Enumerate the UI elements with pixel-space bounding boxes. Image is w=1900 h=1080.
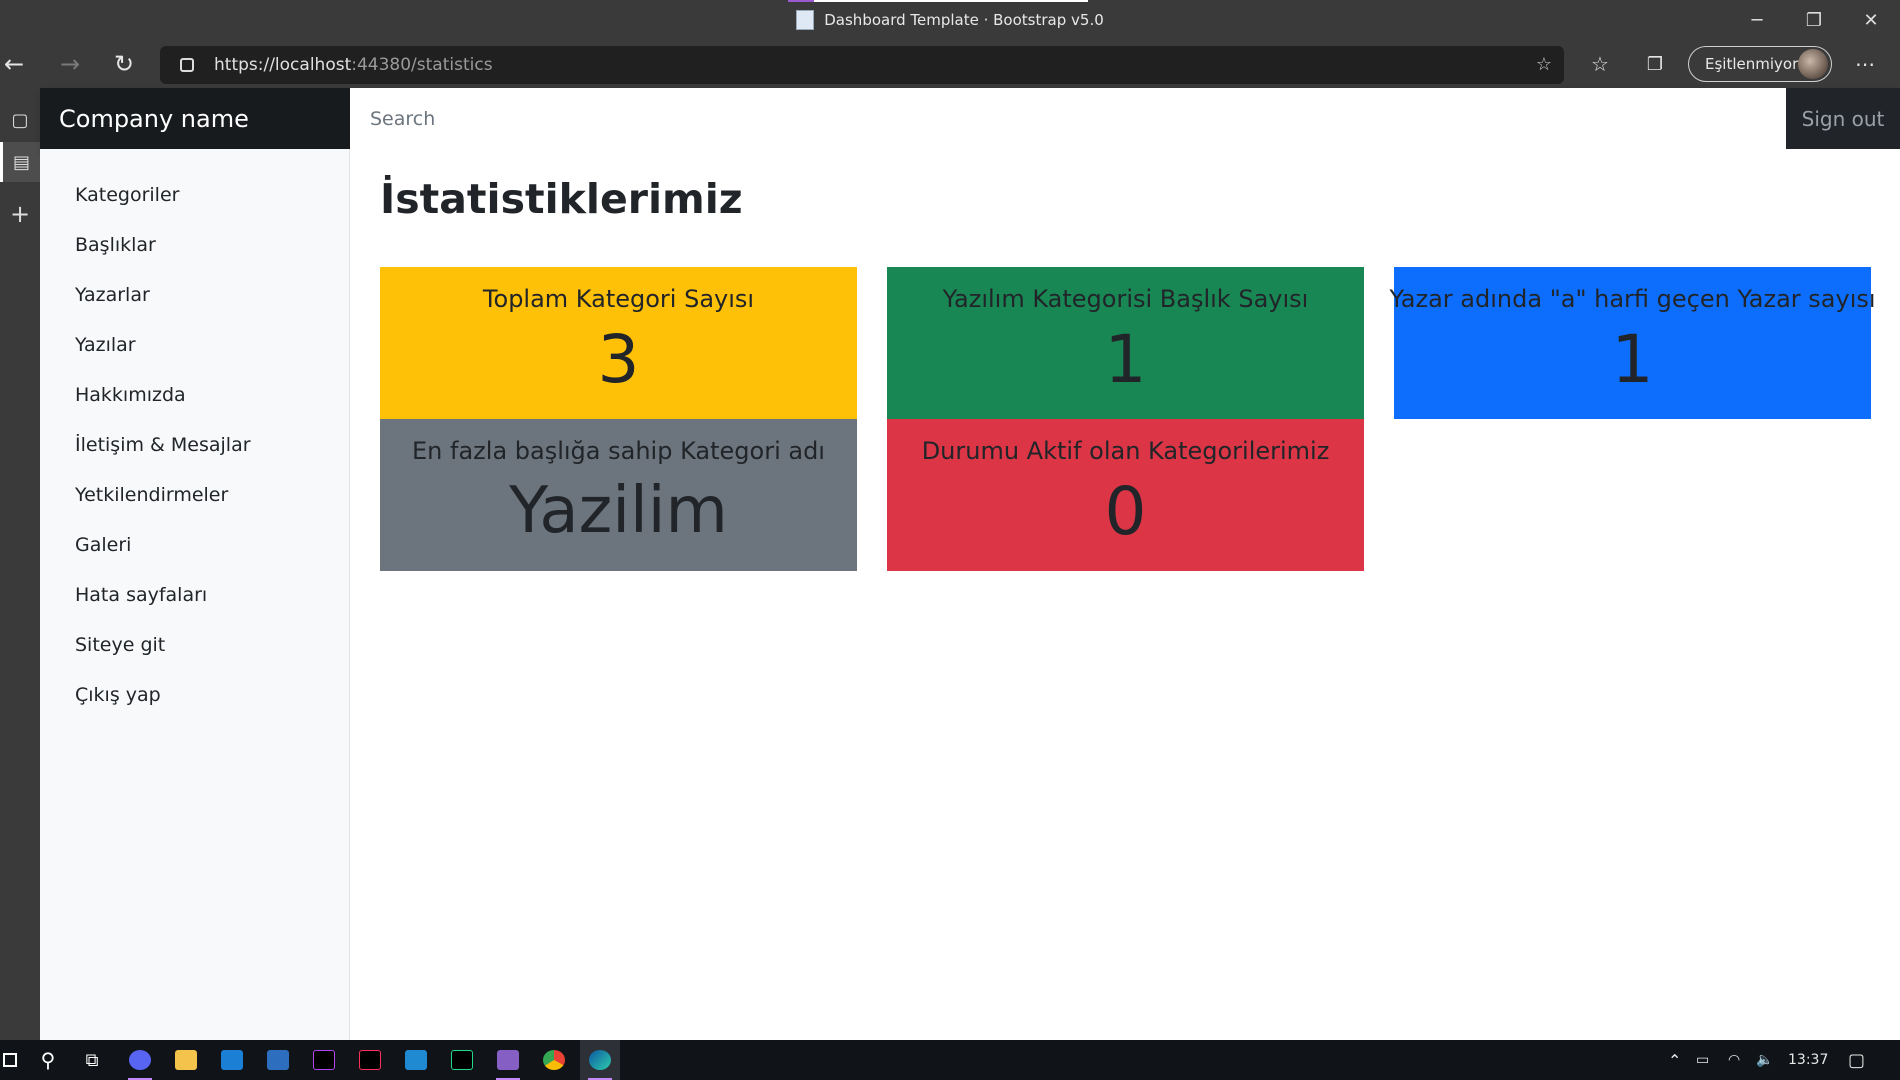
sidebar-item-yazarlar[interactable]: Yazarlar bbox=[75, 280, 150, 310]
browser-toolbar: ← → ↻ https://localhost:44380/statistics… bbox=[0, 40, 1900, 88]
stat-card-value: 1 bbox=[1611, 321, 1654, 398]
restore-button[interactable]: ❐ bbox=[1785, 0, 1843, 40]
window-title-text: Dashboard Template · Bootstrap v5.0 bbox=[824, 11, 1104, 29]
profile-label: Eşitlenmiyor bbox=[1705, 55, 1799, 73]
sidebar-item-yetkilendirmeler[interactable]: Yetkilendirmeler bbox=[75, 480, 228, 510]
wifi-icon[interactable]: ◠ bbox=[1728, 1040, 1740, 1080]
avatar bbox=[1798, 49, 1828, 79]
more-options-icon[interactable]: ⋯ bbox=[1845, 44, 1885, 84]
notifications-icon[interactable]: ▢ bbox=[1848, 1040, 1865, 1080]
sidebar-item-hakkimizda[interactable]: Hakkımızda bbox=[75, 380, 186, 410]
tab-actions-icon[interactable]: ▢ bbox=[0, 100, 40, 140]
new-tab-icon[interactable]: + bbox=[0, 194, 40, 234]
back-icon[interactable]: ← bbox=[0, 44, 34, 84]
stat-card-value: Yazilim bbox=[509, 474, 728, 548]
url-text[interactable]: https://localhost:44380/statistics bbox=[214, 55, 493, 75]
edge-icon[interactable] bbox=[580, 1040, 620, 1080]
clock[interactable]: 13:37 bbox=[1788, 1040, 1828, 1080]
discord-icon[interactable] bbox=[120, 1040, 160, 1080]
top-navbar: Company name Sign out bbox=[40, 88, 1900, 149]
search-icon[interactable]: ⚲ bbox=[28, 1040, 68, 1080]
vscode-icon[interactable] bbox=[396, 1040, 436, 1080]
stat-card-software-titles: Yazılım Kategorisi Başlık Sayısı 1 bbox=[887, 267, 1364, 419]
sidebar-item-hata-sayfalari[interactable]: Hata sayfaları bbox=[75, 580, 207, 610]
sidebar-item-yazilar[interactable]: Yazılar bbox=[75, 330, 136, 360]
camera-icon[interactable] bbox=[258, 1040, 298, 1080]
profile-button[interactable]: Eşitlenmiyor bbox=[1688, 46, 1832, 82]
file-explorer-icon[interactable] bbox=[166, 1040, 206, 1080]
sidebar: Kategoriler Başlıklar Yazarlar Yazılar H… bbox=[40, 149, 350, 1040]
minimize-button[interactable]: ─ bbox=[1728, 0, 1786, 40]
stat-card-authors-with-a: Yazar adında "a" harfi geçen Yazar sayıs… bbox=[1389, 267, 1876, 419]
collections-icon[interactable]: ❐ bbox=[1635, 44, 1675, 84]
stat-card-value: 3 bbox=[597, 321, 640, 398]
brand-link[interactable]: Company name bbox=[40, 88, 350, 149]
sidebar-item-siteye-git[interactable]: Siteye git bbox=[75, 630, 165, 660]
sidebar-item-cikis-yap[interactable]: Çıkış yap bbox=[75, 680, 161, 710]
task-view-icon[interactable]: ⧉ bbox=[72, 1040, 112, 1080]
stat-card-title: Durumu Aktif olan Kategorilerimiz bbox=[921, 437, 1330, 465]
sidebar-item-iletisim[interactable]: İletişim & Mesajlar bbox=[75, 430, 251, 460]
active-tab-icon[interactable]: ▤ bbox=[0, 142, 40, 182]
search-input[interactable] bbox=[350, 88, 1786, 149]
stat-card-title: Yazar adında "a" harfi geçen Yazar sayıs… bbox=[1389, 285, 1876, 313]
forward-icon[interactable]: → bbox=[50, 44, 90, 84]
stat-card-value: 0 bbox=[1104, 473, 1147, 550]
browser-title-bar: Dashboard Template · Bootstrap v5.0 ─ ❐ … bbox=[0, 0, 1900, 40]
webstorm-icon[interactable] bbox=[442, 1040, 482, 1080]
vertical-tabs-strip: ▢ ▤ + bbox=[0, 88, 40, 1040]
main-content: İstatistiklerimiz Toplam Kategori Sayısı… bbox=[350, 149, 1900, 1040]
stat-card-title: Yazılım Kategorisi Başlık Sayısı bbox=[942, 285, 1309, 313]
sidebar-item-kategoriler[interactable]: Kategoriler bbox=[75, 180, 179, 210]
start-icon[interactable] bbox=[0, 1040, 30, 1080]
favorites-icon[interactable]: ☆ bbox=[1580, 44, 1620, 84]
page-favicon-icon bbox=[796, 10, 815, 30]
window-title: Dashboard Template · Bootstrap v5.0 bbox=[0, 0, 1900, 40]
mail-icon[interactable] bbox=[212, 1040, 252, 1080]
stat-card-title: Toplam Kategori Sayısı bbox=[482, 285, 755, 313]
address-bar[interactable]: https://localhost:44380/statistics ☆ bbox=[160, 46, 1564, 84]
sign-out-link[interactable]: Sign out bbox=[1786, 88, 1900, 149]
tray-chevron-icon[interactable]: ⌃ bbox=[1668, 1040, 1681, 1080]
stat-card-active-categories: Durumu Aktif olan Kategorilerimiz 0 bbox=[887, 419, 1364, 571]
close-button[interactable]: ✕ bbox=[1842, 0, 1900, 40]
visual-studio-icon[interactable] bbox=[488, 1040, 528, 1080]
stat-card-value: 1 bbox=[1104, 321, 1147, 398]
stat-card-title: En fazla başlığa sahip Kategori adı bbox=[412, 437, 825, 465]
windows-taskbar: ⚲ ⧉ ⌃ ▭ ◠ 🔈 13:37 ▢ bbox=[0, 1040, 1900, 1080]
add-favorite-icon[interactable]: ☆ bbox=[1536, 54, 1552, 75]
volume-icon[interactable]: 🔈 bbox=[1756, 1040, 1773, 1080]
refresh-icon[interactable]: ↻ bbox=[104, 44, 144, 84]
battery-icon[interactable]: ▭ bbox=[1696, 1040, 1709, 1080]
sidebar-item-galeri[interactable]: Galeri bbox=[75, 530, 131, 560]
stat-card-top-category: En fazla başlığa sahip Kategori adı Yazi… bbox=[380, 419, 857, 571]
phpstorm-icon[interactable] bbox=[304, 1040, 344, 1080]
chrome-icon[interactable] bbox=[534, 1040, 574, 1080]
sidebar-item-basliklar[interactable]: Başlıklar bbox=[75, 230, 156, 260]
lock-icon[interactable] bbox=[180, 58, 194, 72]
page-title: İstatistiklerimiz bbox=[380, 175, 743, 223]
stat-card-total-categories: Toplam Kategori Sayısı 3 bbox=[380, 267, 857, 419]
intellij-icon[interactable] bbox=[350, 1040, 390, 1080]
